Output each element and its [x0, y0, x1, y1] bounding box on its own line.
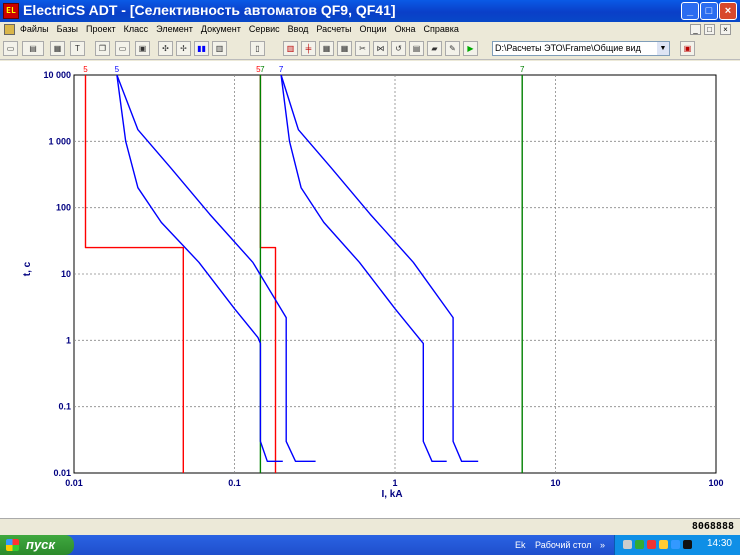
menu-item-input[interactable]: Ввод	[288, 24, 309, 34]
document-icon[interactable]	[4, 24, 15, 35]
taskbar-app-item[interactable]: Ek	[515, 537, 529, 553]
display-tray-icon[interactable]	[683, 540, 692, 549]
menu-item-files[interactable]: Файлы	[20, 24, 49, 34]
breaker-icon[interactable]: ╪	[301, 41, 316, 56]
circuit-icon[interactable]: ▦	[337, 41, 352, 56]
copy-icon[interactable]: ❐	[95, 41, 110, 56]
language-tray-icon[interactable]	[671, 540, 680, 549]
layers-icon[interactable]: ▥	[212, 41, 227, 56]
top-marker-label: 5	[83, 65, 88, 74]
chevron-right-icon: »	[600, 540, 606, 550]
toolbar: ▭ ▤ ▦ T ❐ ▭ ▣ ✣ ✢ ▮▮ ▥ ▯ ▥ ╪ ▦ ▦ ✂ ⋈ ↺ ▤…	[0, 38, 740, 60]
network-icon[interactable]: ✣	[158, 41, 173, 56]
scheme-icon[interactable]: ▦	[319, 41, 334, 56]
network-tray-icon[interactable]	[623, 540, 632, 549]
windows-logo-icon	[6, 539, 19, 551]
start-button[interactable]: пуск	[0, 535, 74, 555]
menu-item-windows[interactable]: Окна	[395, 24, 416, 34]
run-icon[interactable]: ▶	[463, 41, 478, 56]
curve-series-8	[280, 74, 479, 462]
y-tick-label: 100	[56, 203, 71, 213]
folder-icon[interactable]: ▭	[115, 41, 130, 56]
y-tick-label: 10 000	[43, 70, 71, 80]
panel-icon[interactable]: ▥	[283, 41, 298, 56]
export-icon[interactable]: ▦	[50, 41, 65, 56]
antivirus-tray-icon[interactable]	[647, 540, 656, 549]
menu-item-project[interactable]: Проект	[86, 24, 116, 34]
database-icon[interactable]: ▣	[135, 41, 150, 56]
menu-item-options[interactable]: Опции	[360, 24, 387, 34]
desktop-toolbar[interactable]: Рабочий стол »	[535, 537, 605, 553]
text-tool-icon[interactable]: T	[70, 41, 85, 56]
menu-item-service[interactable]: Сервис	[249, 24, 280, 34]
undo-icon[interactable]: ↺	[391, 41, 406, 56]
selectivity-chart-area: 0.01 0.1 1 10 100 10 000 1 000 100 10 1 0.1 0.01 5 5…	[0, 61, 740, 518]
y-tick-label: 10	[61, 269, 71, 279]
taskbar: пуск Ek Рабочий стол » 14:30	[0, 535, 740, 555]
mdi-restore-button[interactable]: □	[704, 24, 715, 35]
desktop-label: Рабочий стол	[535, 540, 592, 550]
clock: 14:30	[706, 538, 732, 549]
menu-item-help[interactable]: Справка	[424, 24, 459, 34]
scissors-icon[interactable]: ✂	[355, 41, 370, 56]
x-tick-label: 0.01	[65, 478, 83, 488]
y-tick-label: 0.01	[53, 468, 71, 478]
pause-icon[interactable]: ▮▮	[194, 41, 209, 56]
menu-item-class[interactable]: Класс	[124, 24, 149, 34]
chevron-down-icon[interactable]: ▼	[657, 42, 669, 55]
selectivity-chart: 0.01 0.1 1 10 100 10 000 1 000 100 10 1 0.1 0.01 5 5…	[22, 65, 724, 500]
page-icon[interactable]: ▯	[250, 41, 265, 56]
y-tick-label: 1	[66, 335, 71, 345]
x-tick-label: 0.1	[228, 478, 241, 488]
menu-bar: Файлы Базы Проект Класс Элемент Документ…	[0, 22, 740, 38]
start-label: пуск	[26, 537, 55, 552]
tree-icon[interactable]: ✢	[176, 41, 191, 56]
top-marker-label: 7	[279, 65, 284, 74]
menu-item-element[interactable]: Элемент	[156, 24, 193, 34]
top-marker-label: 5	[115, 65, 120, 74]
minimize-button[interactable]: _	[681, 2, 699, 20]
maximize-button[interactable]: □	[700, 2, 718, 20]
x-axis-label: I, kA	[381, 489, 402, 500]
y-axis-label: t, c	[22, 261, 33, 276]
shield-tray-icon[interactable]	[635, 540, 644, 549]
y-tick-label: 1 000	[48, 136, 71, 146]
title-bar: EL ElectriCS ADT - [Селективность автома…	[0, 0, 740, 22]
curve-series-6	[116, 74, 316, 462]
window-title: ElectriCS ADT - [Селективность автоматов…	[23, 2, 396, 18]
mdi-minimize-button[interactable]: _	[690, 24, 701, 35]
table-icon[interactable]: ▤	[409, 41, 424, 56]
system-tray: 14:30	[614, 535, 740, 555]
edit-icon[interactable]: ✎	[445, 41, 460, 56]
x-tick-label: 1	[392, 478, 397, 488]
curve-series-7	[280, 74, 447, 462]
open-folder-icon[interactable]: ▭	[3, 41, 18, 56]
curve-series-5	[116, 74, 283, 462]
close-button[interactable]: ×	[719, 2, 737, 20]
calculator-icon[interactable]: ▣	[680, 41, 695, 56]
app-logo-icon: EL	[3, 3, 19, 19]
path-value: D:\Расчеты ЭТО\Frame\Общие вид	[495, 43, 641, 53]
status-bar: 8068888	[0, 518, 740, 535]
top-marker-label: 7	[520, 65, 525, 74]
book-icon[interactable]: ▰	[427, 41, 442, 56]
x-tick-label: 100	[708, 478, 723, 488]
top-marker-label: 7	[260, 65, 265, 74]
x-tick-label: 10	[550, 478, 560, 488]
cable-icon[interactable]: ⋈	[373, 41, 388, 56]
mdi-close-button[interactable]: ×	[720, 24, 731, 35]
y-tick-label: 0.1	[58, 402, 71, 412]
menu-item-databases[interactable]: Базы	[57, 24, 78, 34]
menu-item-calculations[interactable]: Расчеты	[316, 24, 351, 34]
path-select[interactable]: D:\Расчеты ЭТО\Frame\Общие вид ▼	[492, 41, 670, 56]
status-code: 8068888	[691, 521, 734, 532]
print-icon[interactable]: ▤	[22, 41, 44, 56]
menu-item-document[interactable]: Документ	[201, 24, 241, 34]
volume-tray-icon[interactable]	[659, 540, 668, 549]
